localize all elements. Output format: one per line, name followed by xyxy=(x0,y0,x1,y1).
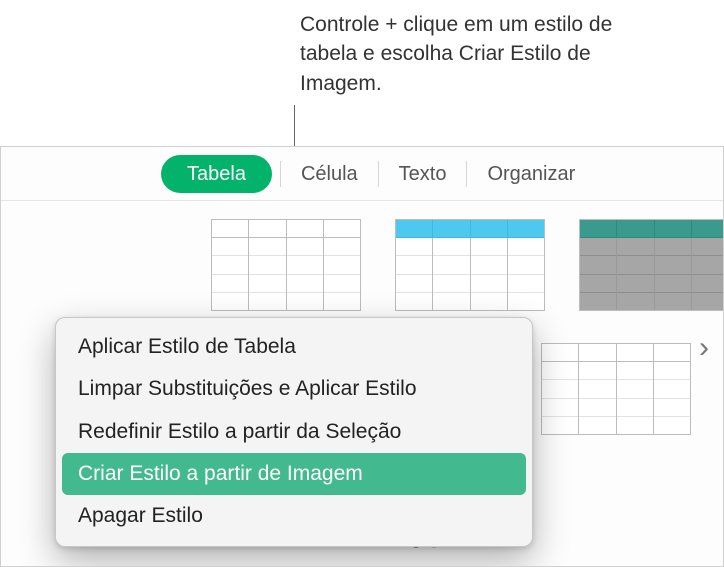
table-style-thumb[interactable] xyxy=(395,219,545,311)
next-page-arrow-icon[interactable]: › xyxy=(699,331,709,365)
annotation-text: Controle + clique em um estilo de tabela… xyxy=(300,10,630,98)
menu-item-clear-overrides[interactable]: Limpar Substituições e Aplicar Estilo xyxy=(62,368,526,410)
tab-organizar[interactable]: Organizar xyxy=(467,155,595,193)
inspector-panel: Tabela Célula Texto Organizar xyxy=(0,146,724,567)
style-grid xyxy=(211,219,724,311)
tab-tabela[interactable]: Tabela xyxy=(161,155,272,193)
tab-texto[interactable]: Texto xyxy=(379,155,467,193)
table-style-thumb[interactable] xyxy=(211,219,361,311)
menu-item-redefine-style[interactable]: Redefinir Estilo a partir da Seleção xyxy=(62,411,526,453)
table-style-thumb[interactable] xyxy=(579,219,724,311)
tab-celula[interactable]: Célula xyxy=(281,155,378,193)
menu-item-delete-style[interactable]: Apagar Estilo xyxy=(62,495,526,537)
context-menu: Aplicar Estilo de Tabela Limpar Substitu… xyxy=(55,317,533,547)
menu-item-apply-style[interactable]: Aplicar Estilo de Tabela xyxy=(62,326,526,368)
table-style-thumb[interactable] xyxy=(541,343,691,435)
table-styles-area: › Aplicar Estilo de Tabela Limpar Substi… xyxy=(1,201,723,566)
menu-item-create-style-from-image[interactable]: Criar Estilo a partir de Imagem xyxy=(62,453,526,495)
tab-bar: Tabela Célula Texto Organizar xyxy=(1,147,723,201)
